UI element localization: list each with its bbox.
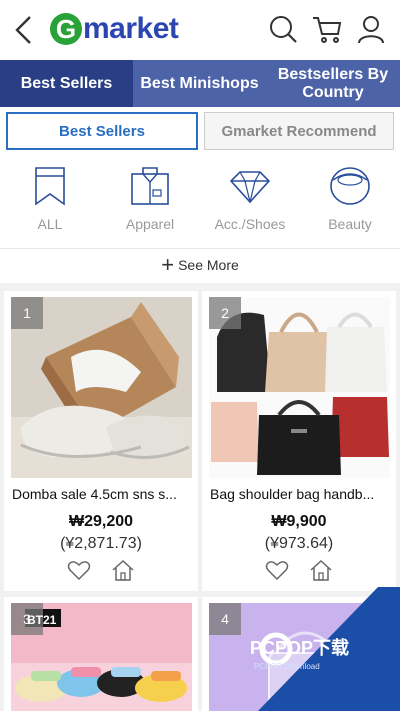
heart-icon[interactable] <box>265 559 289 581</box>
main-tabs: Best Sellers Best Minishops Bestsellers … <box>0 60 400 107</box>
subtab-gmarket-recommend[interactable]: Gmarket Recommend <box>204 112 394 150</box>
product-name[interactable]: Domba sale 4.5cm sns s... <box>12 486 192 502</box>
category-row: ALL Apparel Acc./Shoes Beauty <box>0 158 400 240</box>
see-more-button[interactable]: + See More <box>0 250 400 280</box>
plus-icon: + <box>161 252 175 277</box>
category-all[interactable]: ALL <box>0 158 100 240</box>
product-name[interactable]: Bag shoulder bag handb... <box>210 486 390 502</box>
product-price-cny: (¥973.64) <box>264 535 334 552</box>
product-price: ₩9,900 <box>271 513 327 530</box>
watermark-text: PCPOP下载 <box>250 638 350 658</box>
user-icon[interactable] <box>356 14 386 44</box>
product-card[interactable]: 3 BT21 <box>4 597 198 711</box>
category-label: ALL <box>37 216 63 232</box>
product-card[interactable]: 1 Domba sale 4.5cm sns s... ₩29,200 (¥2,… <box>4 291 198 591</box>
sub-tabs: Best Sellers Gmarket Recommend <box>6 112 394 150</box>
product-image[interactable]: 1 <box>11 297 192 478</box>
category-apparel[interactable]: Apparel <box>100 158 200 240</box>
tab-best-minishops[interactable]: Best Minishops <box>133 60 266 107</box>
product-price: ₩29,200 <box>68 513 134 530</box>
home-icon[interactable] <box>309 559 333 581</box>
logo-text: market <box>83 12 179 45</box>
category-label: Acc./Shoes <box>214 216 286 232</box>
back-arrow-icon[interactable] <box>10 14 38 46</box>
tab-bestsellers-by-country[interactable]: Bestsellers By Country <box>266 60 400 107</box>
category-acc-shoes[interactable]: Acc./Shoes <box>200 158 300 240</box>
product-card[interactable]: 2 Bag shoulder bag handb... ₩9,900 (¥973… <box>202 291 396 591</box>
category-beauty[interactable]: Beauty <box>300 158 400 240</box>
subtab-best-sellers[interactable]: Best Sellers <box>6 112 198 150</box>
bookmark-icon <box>35 167 65 206</box>
brand-badge: BT21 <box>27 613 57 627</box>
tab-best-sellers[interactable]: Best Sellers <box>0 60 133 107</box>
product-actions <box>202 559 396 583</box>
section-separator <box>0 283 400 291</box>
home-icon[interactable] <box>111 559 135 581</box>
product-image[interactable]: 3 BT21 <box>11 603 192 711</box>
see-more-label: See More <box>178 257 239 273</box>
rank-badge: 4 <box>209 603 241 635</box>
logo-letter: G <box>50 13 82 45</box>
rank-badge: 2 <box>209 297 241 329</box>
category-label: Apparel <box>125 216 175 232</box>
product-price-cny: (¥2,871.73) <box>60 535 142 552</box>
watermark-subtext: PCPOP Download <box>254 662 320 671</box>
category-label: Beauty <box>328 216 372 232</box>
product-image[interactable]: 2 <box>209 297 390 478</box>
app-header: G market <box>0 0 400 60</box>
shirt-icon <box>131 167 169 205</box>
product-actions <box>4 559 198 583</box>
search-icon[interactable] <box>268 14 298 44</box>
heart-icon[interactable] <box>67 559 91 581</box>
compact-icon <box>330 167 370 205</box>
divider <box>0 248 400 249</box>
diamond-icon <box>229 171 271 204</box>
rank-badge: 1 <box>11 297 43 329</box>
gmarket-logo[interactable]: G market <box>50 12 179 46</box>
cart-icon[interactable] <box>312 14 342 44</box>
